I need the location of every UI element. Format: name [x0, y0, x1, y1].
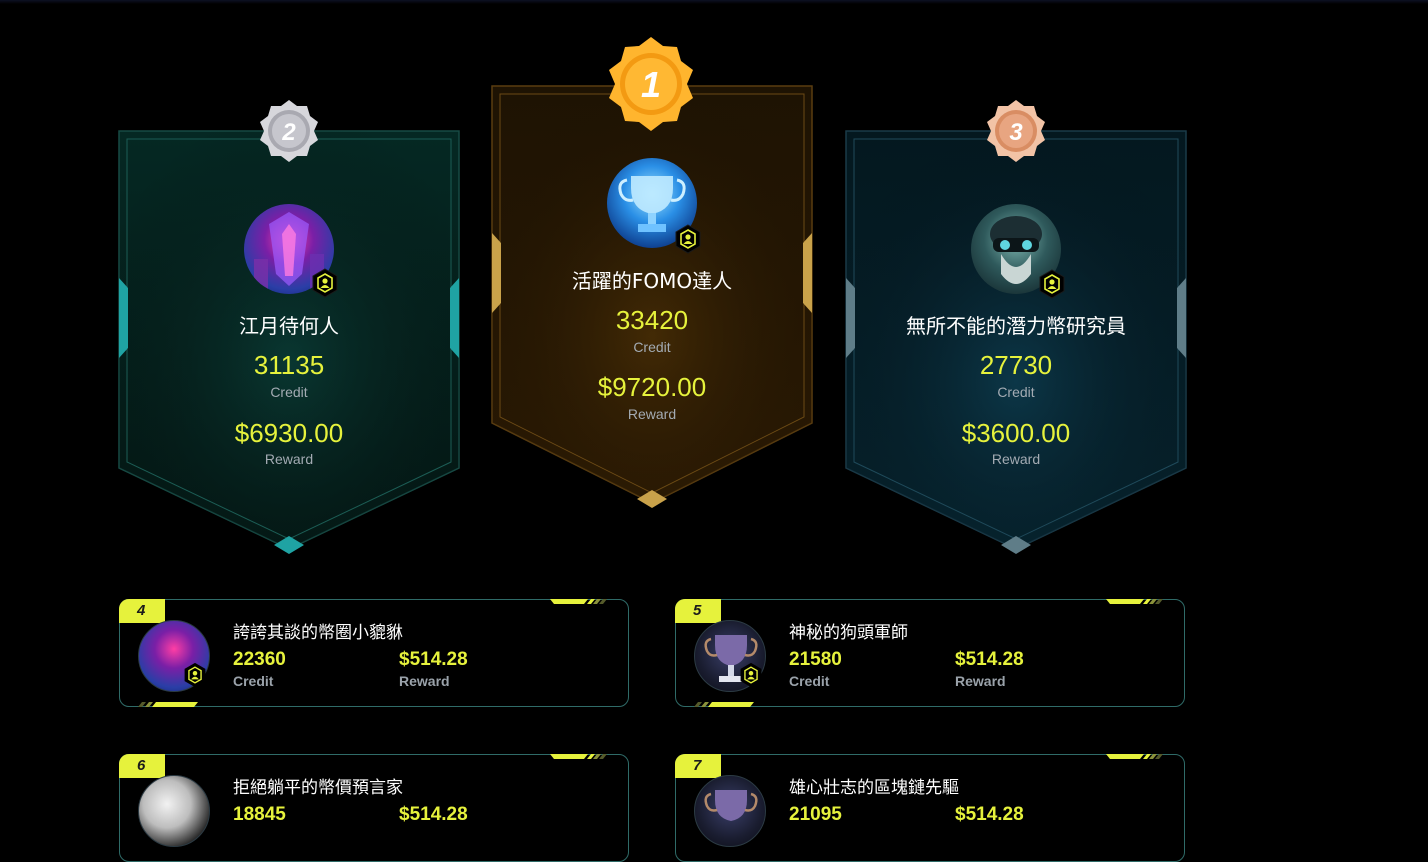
row-reward-label: Reward	[399, 673, 450, 689]
rank-number-tag: 4	[119, 599, 165, 623]
row-name: 神秘的狗頭軍師	[789, 623, 908, 643]
user-badge-icon	[184, 662, 206, 688]
row-deco-stripes	[694, 702, 754, 707]
user-badge-icon	[675, 224, 701, 254]
podium-credit-label: Credit	[270, 384, 308, 400]
row-reward-value: $514.28	[955, 649, 1024, 670]
row-reward-label: Reward	[955, 673, 1006, 689]
avatar	[138, 775, 210, 847]
rank-row-4[interactable]: 4 誇誇其談的幣圈小貔貅 22360 Credit $514.28 Reward	[119, 599, 629, 707]
medal-rank-text: 2	[281, 119, 296, 146]
row-name: 雄心壯志的區塊鏈先驅	[789, 778, 959, 798]
row-credit-value: 22360	[233, 649, 286, 670]
podium-name: 活躍的FOMO達人	[571, 269, 733, 293]
podium-name: 江月待何人	[239, 314, 339, 338]
row-deco-stripes	[138, 702, 198, 707]
row-credit-value: 18845	[233, 804, 286, 825]
row-reward-value: $514.28	[399, 804, 468, 825]
podium-credit-value: 27730	[979, 350, 1053, 380]
row-name: 誇誇其談的幣圈小貔貅	[233, 623, 403, 643]
row-credit-label: Credit	[233, 673, 274, 689]
rank-row-7[interactable]: 7 雄心壯志的區塊鏈先驅 21095 $514.28	[675, 754, 1185, 862]
podium-reward-value: $9720.00	[597, 372, 707, 402]
medal-rank-text: 1	[641, 64, 661, 105]
gold-medal-icon: 1	[609, 37, 693, 131]
row-credit-label: Credit	[789, 673, 830, 689]
rank-number-tag: 7	[675, 754, 721, 778]
user-badge-icon	[740, 662, 762, 688]
podium-reward-label: Reward	[991, 451, 1041, 467]
user-badge-icon	[1039, 269, 1065, 299]
row-deco-stripes	[1106, 599, 1163, 604]
podium-credit-label: Credit	[633, 339, 671, 355]
top-border	[0, 0, 1428, 4]
row-deco-stripes	[550, 754, 607, 759]
podium-name: 無所不能的潛力幣研究員	[906, 314, 1126, 338]
rank-number-tag: 6	[119, 754, 165, 778]
rank-row-5[interactable]: 5 神秘的狗頭軍師 21580 Credit $514.28 Reward	[675, 599, 1185, 707]
medal-rank-text: 3	[1009, 119, 1023, 146]
row-credit-value: 21095	[789, 804, 842, 825]
podium-reward-value: $6930.00	[234, 418, 344, 448]
podium-card-rank-3[interactable]: 3 無所不能的潛力幣研究員 27730 Credit $3600.00 Rewa…	[845, 100, 1187, 556]
podium-credit-value: 31135	[253, 350, 325, 380]
podium-credit-value: 33420	[615, 305, 689, 335]
row-credit-value: 21580	[789, 649, 842, 670]
rank-number-tag: 5	[675, 599, 721, 623]
row-reward-value: $514.28	[955, 804, 1024, 825]
user-badge-icon	[312, 268, 338, 298]
row-name: 拒絕躺平的幣價預言家	[233, 778, 403, 798]
podium-reward-value: $3600.00	[961, 418, 1071, 448]
row-deco-stripes	[550, 599, 607, 604]
bronze-medal-icon: 3	[987, 100, 1045, 162]
rank-row-6[interactable]: 6 拒絕躺平的幣價預言家 18845 $514.28	[119, 754, 629, 862]
podium-card-rank-1[interactable]: 1 活躍的FOMO達人 33420 Credit $9720.00 Reward	[491, 37, 813, 513]
podium-card-rank-2[interactable]: 2 江月待何人 31135 Credit $6930.00 Reward	[118, 100, 460, 556]
row-reward-value: $514.28	[399, 649, 468, 670]
silver-medal-icon: 2	[260, 100, 318, 162]
podium-reward-label: Reward	[627, 406, 677, 422]
avatar	[694, 775, 766, 847]
podium-reward-label: Reward	[264, 451, 314, 467]
podium-credit-label: Credit	[997, 384, 1035, 400]
row-deco-stripes	[1106, 754, 1163, 759]
